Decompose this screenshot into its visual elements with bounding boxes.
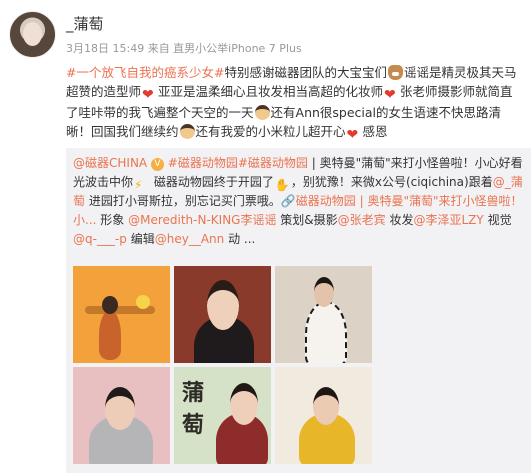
repost-card[interactable]: @磁器CHINA V #磁器动物园#磁器动物园 | 奥特曼"蒲萄"来打小怪兽啦！… (66, 148, 531, 473)
link-text[interactable]: @Meredith-N-KING李谣谣 (128, 213, 276, 227)
body-text: 特别感谢磁器团队的大宝宝们 (224, 65, 387, 80)
link-text[interactable]: #一个放飞自我的癌系少女# (66, 65, 224, 80)
body-text: ，别犹豫！来微x公号(ciqichina)跟着 (290, 175, 493, 189)
photo-overlay-char-2: 萄 (182, 412, 205, 438)
photo-4[interactable] (73, 367, 170, 464)
heart-icon: ❤ (346, 127, 359, 143)
link-text[interactable]: @李泽亚LZY (414, 213, 484, 227)
link-text[interactable]: @hey__Ann (155, 232, 225, 246)
body-text: 磁器动物园终于开园了 (150, 175, 274, 189)
photo-5[interactable]: 蒲 萄 (174, 367, 271, 464)
photo-3[interactable] (275, 266, 372, 363)
body-text: 编辑 (126, 232, 155, 246)
repost-text: @磁器CHINA V #磁器动物园#磁器动物园 | 奥特曼"蒲萄"来打小怪兽啦！… (73, 154, 525, 249)
body-text: 动 ... (224, 232, 256, 246)
verified-badge-icon: V (150, 158, 164, 171)
body-text: 策划&摄影 (276, 213, 338, 227)
heart-icon: ❤ (142, 87, 154, 103)
post-content: #一个放飞自我的癌系少女#特别感谢磁器团队的大宝宝们 谣谣是精灵极其天马超赞的造型… (66, 63, 525, 143)
photo-6[interactable] (275, 367, 372, 464)
face-icon (179, 124, 195, 139)
photo-1[interactable] (73, 266, 170, 363)
repost-source-user[interactable]: @磁器CHINA (73, 156, 147, 170)
link-text[interactable]: #磁器动物园#磁器动物园 (168, 156, 308, 170)
avatar[interactable] (9, 11, 56, 58)
body-text: 形象 (96, 213, 129, 227)
body-text: 亚亚是温柔细心且妆发相当高超的化妆师 (158, 84, 384, 99)
link-text[interactable]: @张老宾 (338, 213, 386, 227)
body-text: 感恩 (362, 124, 388, 139)
photo-2[interactable] (174, 266, 271, 363)
link-text[interactable]: @q-___-p (73, 232, 127, 246)
post-meta: 3月18日 15:49 来自 直男小公举iPhone 7 Plus (66, 42, 302, 55)
clap-icon: ✋ (274, 178, 290, 192)
user-name[interactable]: _蒲萄 (66, 13, 104, 34)
face-icon (254, 105, 270, 120)
body-text: 进园打小哥斯拉，别忘记买门票哦。 (85, 194, 281, 208)
body-text: 妆发 (385, 213, 414, 227)
body-text: 还有我爱的小米粒儿超开心 (195, 124, 346, 139)
photo-overlay-char-1: 蒲 (182, 380, 205, 406)
heart-icon: ❤ (384, 87, 396, 103)
lightning-icon: ⚡ (134, 178, 143, 192)
body-text: 视觉 (483, 213, 512, 227)
dog-face-icon (387, 65, 403, 80)
